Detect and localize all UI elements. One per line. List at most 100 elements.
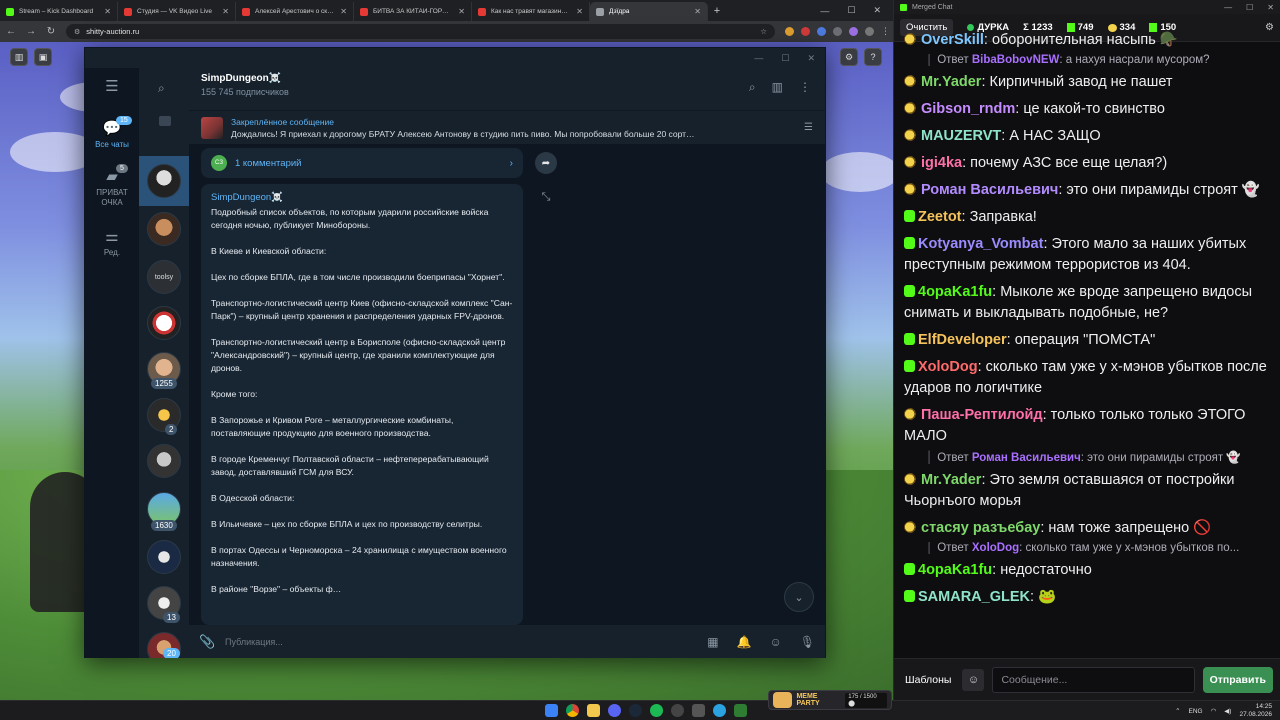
app-icon[interactable] <box>734 704 747 717</box>
browser-tab[interactable]: Студия — VK Видео Live ✕ <box>118 2 236 21</box>
bookmark-star-icon[interactable]: ☆ <box>760 27 767 36</box>
menu-icon[interactable]: ⋮ <box>881 27 890 36</box>
chat-username[interactable]: Паша-Рептилойд <box>921 407 1043 423</box>
new-tab-button[interactable]: + <box>708 2 726 21</box>
microphone-icon[interactable]: 🎙 <box>800 635 815 649</box>
message-input[interactable] <box>992 666 1195 693</box>
close-icon[interactable]: ✕ <box>873 5 881 16</box>
chat-username[interactable]: OverSkill <box>921 32 984 48</box>
close-tab-icon[interactable]: ✕ <box>340 7 347 16</box>
chat-username[interactable]: Kotyanya_Vombat <box>918 236 1043 252</box>
collapse-icon[interactable]: ⤡ <box>535 186 557 208</box>
close-tab-icon[interactable]: ✕ <box>222 7 229 16</box>
menu-button[interactable]: ☰ <box>85 78 139 98</box>
save-icon[interactable]: ▣ <box>34 48 52 66</box>
folder-private[interactable]: 5 ▰ ПРИВАТ ОЧКА <box>85 164 139 208</box>
bell-icon[interactable]: 🔔 <box>737 635 752 649</box>
comments-button[interactable]: СЗ 1 комментарий › <box>201 148 523 178</box>
share-icon[interactable]: ➦ <box>535 152 557 174</box>
chat-avatar[interactable]: toolsy <box>147 260 181 294</box>
app-icon[interactable] <box>671 704 684 717</box>
more-icon[interactable]: ⋮ <box>799 80 811 95</box>
lock-icon[interactable] <box>159 116 171 126</box>
close-icon[interactable]: ✕ <box>1267 3 1274 12</box>
schedule-icon[interactable]: ▦ <box>707 635 718 649</box>
close-tab-icon[interactable]: ✕ <box>576 7 583 16</box>
pinned-list-icon[interactable]: ☰ <box>804 122 813 133</box>
chat-avatar[interactable] <box>147 540 181 574</box>
tray-chevron-icon[interactable]: ⌃ <box>1175 707 1180 715</box>
chat-avatar[interactable] <box>147 444 181 478</box>
chat-username[interactable]: 4opaKa1fu <box>918 562 992 578</box>
spotify-icon[interactable] <box>650 704 663 717</box>
language-indicator[interactable]: ENG <box>1189 708 1203 715</box>
app-icon[interactable] <box>692 704 705 717</box>
close-tab-icon[interactable]: ✕ <box>104 7 111 16</box>
browser-tab[interactable]: Как нас травят магазины: Все… ✕ <box>472 2 590 21</box>
explorer-icon[interactable] <box>587 704 600 717</box>
close-icon[interactable]: ✕ <box>807 53 815 64</box>
chrome-icon[interactable] <box>566 704 579 717</box>
reply-username[interactable]: XoloDog <box>972 542 1019 554</box>
sidebar-toggle-icon[interactable]: ▥ <box>10 48 28 66</box>
attach-icon[interactable]: 📎 <box>199 634 215 650</box>
maximize-icon[interactable]: ☐ <box>1246 3 1253 12</box>
chat-username[interactable]: MAUZERVT <box>921 128 1001 144</box>
search-icon[interactable]: ⌕ <box>158 81 165 96</box>
chat-username[interactable]: Mr.Yader <box>921 472 981 488</box>
pinned-message-bar[interactable]: Закреплённое сообщение Дождались! Я прие… <box>189 110 825 144</box>
chat-username[interactable]: XoloDog <box>918 359 978 375</box>
extension-icon[interactable] <box>801 27 810 36</box>
clock[interactable]: 14:25 27.08.2026 <box>1239 703 1272 719</box>
chat-username[interactable]: стасяу разъебау <box>921 520 1040 536</box>
start-icon[interactable] <box>545 704 558 717</box>
minimize-icon[interactable]: — <box>820 6 829 16</box>
url-field[interactable]: ⚙ shitty-auction.ru ☆ <box>66 24 775 39</box>
browser-tab[interactable]: Алексей Арестович о скандале… ✕ <box>236 2 354 21</box>
volume-icon[interactable]: ◀) <box>1224 707 1231 715</box>
chat-username[interactable]: Gibson_rndm <box>921 101 1015 117</box>
search-icon[interactable]: ⌕ <box>749 80 756 95</box>
help-icon[interactable]: ? <box>864 48 882 66</box>
chat-avatar[interactable] <box>147 164 181 198</box>
forward-icon[interactable]: → <box>26 26 36 37</box>
scroll-down-button[interactable]: ⌄ <box>784 582 814 612</box>
close-tab-icon[interactable]: ✕ <box>458 7 465 16</box>
discord-icon[interactable] <box>608 704 621 717</box>
reply-username[interactable]: BibaBobovNEW <box>972 54 1060 66</box>
chat-username[interactable]: 4opaKa1fu <box>918 284 992 300</box>
browser-tab[interactable]: Дзїдра ✕ <box>590 2 708 21</box>
back-icon[interactable]: ← <box>6 26 16 37</box>
chat-username[interactable]: SAMARA_GLEK <box>918 589 1030 605</box>
browser-tab[interactable]: БИТВА ЗА КИТАЙ-ГОРОД: НЕ… ✕ <box>354 2 472 21</box>
chat-username[interactable]: igi4ka <box>921 155 962 171</box>
emoji-icon[interactable]: ☺ <box>962 668 985 691</box>
site-info-icon[interactable]: ⚙ <box>74 28 80 36</box>
wifi-icon[interactable]: ◠ <box>1211 707 1217 715</box>
maximize-icon[interactable]: ☐ <box>781 53 789 64</box>
minimize-icon[interactable]: — <box>754 53 763 63</box>
emoji-icon[interactable]: ☺ <box>770 635 782 649</box>
templates-button[interactable]: Шаблоны <box>902 670 954 690</box>
telegram-icon[interactable] <box>713 704 726 717</box>
chat-avatar[interactable] <box>147 212 181 246</box>
browser-tab[interactable]: Stream – Kick Dashboard ✕ <box>0 2 118 21</box>
minimize-icon[interactable]: — <box>1224 3 1232 12</box>
extension-icon[interactable] <box>849 27 858 36</box>
extension-icon[interactable] <box>817 27 826 36</box>
folder-all-chats[interactable]: 15 💬 Все чаты <box>85 116 139 149</box>
chat-username[interactable]: Роман Васильевич <box>921 182 1058 198</box>
chat-username[interactable]: Zeetot <box>918 209 962 225</box>
folder-edit[interactable]: ⚌ Ред. <box>85 228 139 257</box>
chat-avatar[interactable] <box>147 306 181 340</box>
maximize-icon[interactable]: ☐ <box>847 5 855 16</box>
close-tab-icon[interactable]: ✕ <box>694 7 701 16</box>
reload-icon[interactable]: ↻ <box>46 26 56 37</box>
extension-icon[interactable] <box>833 27 842 36</box>
channel-header[interactable]: SimpDungeon☠️ 155 745 подписчиков ⌕ ▥ ⋮ <box>189 68 825 110</box>
side-panel-icon[interactable]: ▥ <box>772 80 783 95</box>
extension-icon[interactable] <box>865 27 874 36</box>
settings-icon[interactable]: ⚙ <box>840 48 858 66</box>
extension-icon[interactable] <box>785 27 794 36</box>
send-button[interactable]: Отправить <box>1202 666 1273 693</box>
